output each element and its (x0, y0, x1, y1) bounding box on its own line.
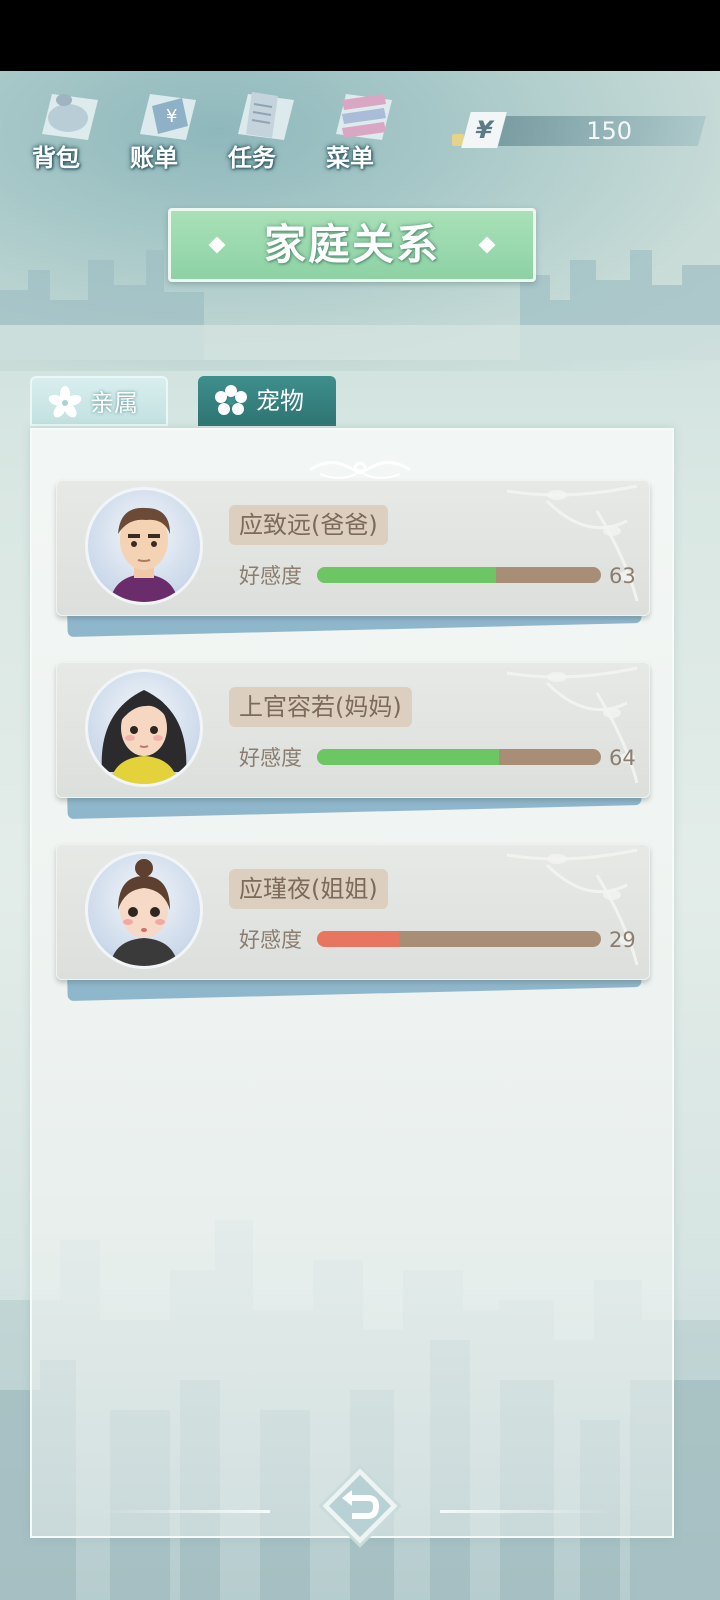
bill-label: 账单 (130, 144, 178, 172)
bill-icon: ¥ (140, 94, 196, 140)
card-front: 应瑾夜(姐姐) 好感度 29 (56, 844, 650, 980)
top-nav: 背包 ¥ 账单 任务 菜单 (20, 80, 440, 175)
avatar-sister-icon (110, 859, 178, 966)
back-button[interactable] (312, 1458, 408, 1554)
card-front: 上官容若(妈妈) 好感度 64 (56, 662, 650, 798)
affinity-fill (317, 931, 400, 947)
relative-name: 应致远(爸爸) (229, 505, 388, 545)
tab-relatives[interactable]: 亲属 (30, 376, 168, 426)
affinity-fill (317, 567, 496, 583)
tab-pets-label: 宠物 (256, 387, 304, 415)
leaf-pattern-icon (506, 666, 639, 784)
relative-card[interactable]: 上官容若(妈妈) 好感度 64 (56, 662, 650, 819)
currency-display: ¥ 150 (452, 110, 707, 152)
card-front: 应致远(爸爸) 好感度 63 (56, 480, 650, 616)
affinity-value: 63 (609, 564, 636, 588)
currency-amount: 150 (586, 117, 632, 145)
avatar (85, 487, 203, 605)
status-bar (0, 0, 720, 71)
affinity-label: 好感度 (239, 746, 302, 770)
relative-name: 上官容若(妈妈) (229, 687, 412, 727)
sakura-icon (48, 386, 82, 418)
decorative-line (440, 1510, 610, 1513)
menu-icon (336, 94, 392, 140)
affinity-value: 64 (609, 746, 636, 770)
affinity-value: 29 (609, 928, 636, 952)
affinity-bar (317, 931, 601, 947)
avatar-father-icon (110, 507, 178, 602)
flower-icon (215, 385, 247, 415)
affinity-fill (317, 749, 499, 765)
footer (0, 1450, 720, 1570)
return-arrow-icon (318, 1464, 402, 1548)
decorative-line (100, 1510, 270, 1513)
avatar (85, 851, 203, 969)
bag-icon (42, 94, 98, 140)
bill-button[interactable]: ¥ 账单 (118, 80, 208, 175)
avatar-mother-icon (101, 690, 187, 784)
affinity-label: 好感度 (239, 928, 302, 952)
task-icon (238, 92, 294, 140)
tab-relatives-label: 亲属 (90, 389, 138, 417)
bag-label: 背包 (32, 144, 80, 172)
tab-pets[interactable]: 宠物 (198, 376, 336, 426)
relative-card[interactable]: 应致远(爸爸) 好感度 63 (56, 480, 650, 637)
leaf-pattern-icon (506, 484, 639, 602)
title-banner: 家庭关系 (168, 208, 536, 282)
relative-name: 应瑾夜(姐姐) (229, 869, 388, 909)
leaf-pattern-icon (506, 848, 639, 966)
task-button[interactable]: 任务 (216, 80, 306, 175)
menu-label: 菜单 (326, 144, 374, 172)
affinity-bar (317, 749, 601, 765)
affinity-label: 好感度 (239, 564, 302, 588)
bag-button[interactable]: 背包 (20, 80, 110, 175)
svg-text:¥: ¥ (166, 106, 177, 127)
affinity-bar (317, 567, 601, 583)
menu-button[interactable]: 菜单 (314, 80, 404, 175)
task-label: 任务 (228, 144, 276, 172)
avatar (85, 669, 203, 787)
relative-card[interactable]: 应瑾夜(姐姐) 好感度 29 (56, 844, 650, 1001)
